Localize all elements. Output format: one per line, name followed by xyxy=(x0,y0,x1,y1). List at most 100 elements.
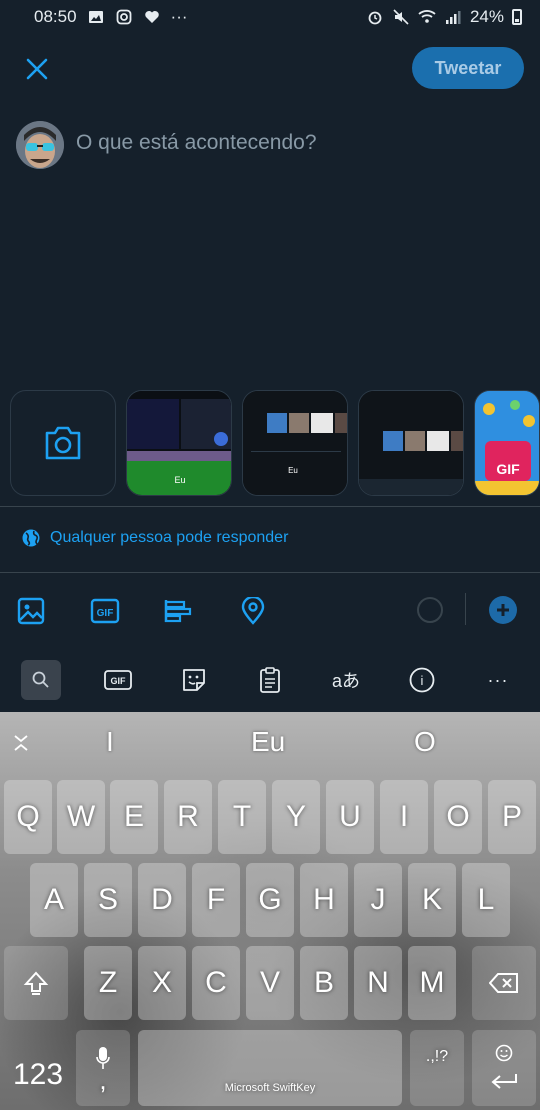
key-g[interactable]: G xyxy=(246,863,294,937)
backspace-key[interactable] xyxy=(472,946,536,1020)
key-w[interactable]: W xyxy=(57,780,105,854)
mute-icon xyxy=(392,8,410,26)
key-s[interactable]: S xyxy=(84,863,132,937)
key-d[interactable]: D xyxy=(138,863,186,937)
key-k[interactable]: K xyxy=(408,863,456,937)
key-f[interactable]: F xyxy=(192,863,240,937)
battery-percent: 24% xyxy=(469,7,504,26)
camera-button[interactable] xyxy=(10,390,116,496)
status-time: 08:50 xyxy=(34,7,77,26)
key-i[interactable]: I xyxy=(380,780,428,854)
reply-setting-button[interactable]: Qualquer pessoa pode responder xyxy=(22,529,288,547)
comma-key[interactable]: , xyxy=(76,1030,130,1106)
sticker-icon xyxy=(183,669,205,691)
location-button[interactable] xyxy=(236,594,270,628)
globe-icon xyxy=(22,529,40,547)
suggestion-item[interactable]: O xyxy=(414,726,436,758)
key-p[interactable]: P xyxy=(488,780,536,854)
punctuation-key[interactable]: .,!? xyxy=(410,1030,464,1106)
key-z[interactable]: Z xyxy=(84,946,132,1020)
keyboard-toolbar: GIF aあ i ··· xyxy=(0,652,540,712)
suggestion-item[interactable]: I xyxy=(106,726,114,758)
svg-text:Eu: Eu xyxy=(288,466,298,475)
key-c[interactable]: C xyxy=(192,946,240,1020)
camera-icon xyxy=(45,426,81,460)
reply-setting-label: Qualquer pessoa pode responder xyxy=(50,529,289,546)
space-bar-label: Microsoft SwiftKey xyxy=(224,1082,316,1094)
compose-input[interactable]: O que está acontecendo? xyxy=(76,131,317,155)
key-u[interactable]: U xyxy=(326,780,374,854)
image-button[interactable] xyxy=(14,594,48,628)
plus-icon xyxy=(497,604,509,616)
add-thread-button[interactable] xyxy=(489,596,517,624)
image-icon xyxy=(87,8,105,26)
space-bar[interactable]: Microsoft SwiftKey xyxy=(138,1030,402,1106)
media-strip: Eu Eu GIF xyxy=(10,390,540,498)
collapse-keyboard-button[interactable] xyxy=(12,734,30,757)
svg-text:GIF: GIF xyxy=(111,676,127,686)
status-bar: 08:50 ··· 24% xyxy=(0,0,540,34)
heart-icon xyxy=(143,8,161,26)
alarm-icon xyxy=(366,8,384,26)
svg-text:GIF: GIF xyxy=(97,608,114,619)
keyboard-translate-button[interactable]: aあ xyxy=(326,660,366,700)
info-icon: i xyxy=(409,667,435,693)
key-n[interactable]: N xyxy=(354,946,402,1020)
divider xyxy=(0,506,540,507)
media-thumbnail[interactable]: Eu xyxy=(242,390,348,496)
suggestion-bar: I Eu O xyxy=(0,712,540,778)
media-thumbnail[interactable] xyxy=(358,390,464,496)
gif-icon: GIF xyxy=(90,598,120,624)
search-icon xyxy=(32,671,49,688)
compose-toolbar: GIF xyxy=(0,588,540,634)
media-thumbnail[interactable]: Eu xyxy=(126,390,232,496)
divider xyxy=(0,572,540,573)
key-m[interactable]: M xyxy=(408,946,456,1020)
key-j[interactable]: J xyxy=(354,863,402,937)
enter-key[interactable] xyxy=(472,1030,536,1106)
key-a[interactable]: A xyxy=(30,863,78,937)
svg-text:Eu: Eu xyxy=(174,475,185,485)
keyboard: I Eu O Q W E R T Y U I O P A S D F G H J… xyxy=(0,712,540,1110)
wifi-icon xyxy=(418,8,436,26)
keyboard-gif-button[interactable]: GIF xyxy=(98,660,138,700)
gif-button[interactable]: GIF xyxy=(88,594,122,628)
keyboard-sticker-button[interactable] xyxy=(174,660,214,700)
shift-key[interactable] xyxy=(4,946,68,1020)
more-notifications-icon: ··· xyxy=(170,7,188,26)
gif-icon: GIF xyxy=(104,670,132,690)
key-o[interactable]: O xyxy=(434,780,482,854)
avatar[interactable] xyxy=(16,121,64,169)
signal-icon xyxy=(444,8,462,26)
key-t[interactable]: T xyxy=(218,780,266,854)
key-q[interactable]: Q xyxy=(4,780,52,854)
clipboard-icon xyxy=(260,667,280,693)
numbers-key[interactable]: 123 xyxy=(6,1042,70,1108)
key-b[interactable]: B xyxy=(300,946,348,1020)
more-icon: ··· xyxy=(487,669,509,690)
tweet-button[interactable]: Tweetar xyxy=(412,47,524,89)
poll-button[interactable] xyxy=(161,594,195,628)
keyboard-more-button[interactable]: ··· xyxy=(478,660,518,700)
key-l[interactable]: L xyxy=(462,863,510,937)
key-y[interactable]: Y xyxy=(272,780,320,854)
key-v[interactable]: V xyxy=(246,946,294,1020)
shift-icon xyxy=(23,971,49,995)
image-icon xyxy=(17,597,45,625)
instagram-icon xyxy=(115,8,133,26)
gif-thumbnail[interactable]: GIF xyxy=(474,390,540,496)
key-h[interactable]: H xyxy=(300,863,348,937)
suggestion-item[interactable]: Eu xyxy=(251,726,285,758)
character-counter xyxy=(417,597,443,623)
gif-badge: GIF xyxy=(485,441,531,481)
emoji-icon xyxy=(495,1044,513,1062)
keyboard-info-button[interactable]: i xyxy=(402,660,442,700)
close-button[interactable] xyxy=(22,54,52,84)
keyboard-clipboard-button[interactable] xyxy=(250,660,290,700)
key-x[interactable]: X xyxy=(138,946,186,1020)
key-r[interactable]: R xyxy=(164,780,212,854)
battery-icon xyxy=(512,9,522,25)
key-e[interactable]: E xyxy=(110,780,158,854)
collapse-icon xyxy=(14,735,28,751)
keyboard-search-button[interactable] xyxy=(21,660,61,700)
